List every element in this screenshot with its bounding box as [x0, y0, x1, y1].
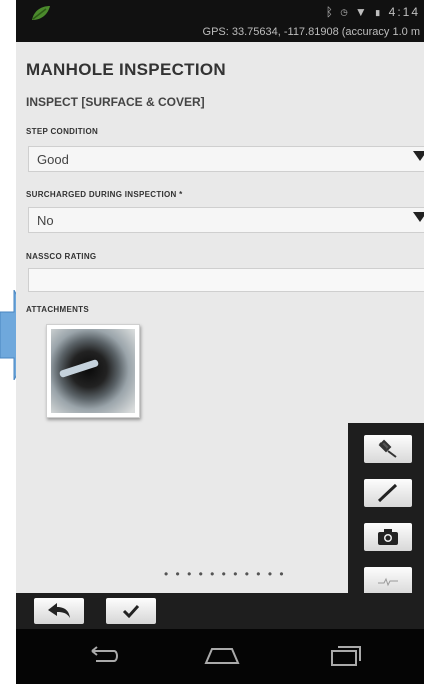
camera-icon [378, 529, 398, 545]
pencil-button[interactable] [364, 479, 412, 507]
surcharged-label: SURCHARGED DURING INSPECTION * [26, 190, 183, 199]
surcharged-value: No [37, 213, 54, 228]
android-nav-bar [16, 629, 424, 684]
page-indicator: • • • • • • • • • • • [164, 567, 286, 581]
status-time: 4:14 [388, 5, 420, 19]
alarm-icon: ◷ [340, 5, 350, 19]
bottom-action-bar [16, 593, 424, 629]
signature-button[interactable] [364, 567, 412, 595]
status-bar: ᛒ ◷ ▼ ▮ 4:14 GPS: 33.75634, -117.81908 (… [16, 0, 424, 42]
camera-button[interactable] [364, 523, 412, 551]
bluetooth-icon: ᛒ [325, 5, 335, 19]
nav-back-icon[interactable] [82, 645, 122, 667]
app-leaf-icon [32, 6, 50, 20]
nassco-rating-label: NASSCO RATING [26, 252, 97, 261]
satellite-button[interactable] [364, 435, 412, 463]
nassco-rating-input[interactable] [28, 268, 424, 292]
checkmark-icon [122, 604, 140, 619]
dropdown-arrow-icon [413, 151, 424, 161]
section-header: INSPECT [SURFACE & COVER] [26, 95, 205, 109]
pencil-icon [377, 483, 398, 503]
nav-recents-icon[interactable] [326, 645, 366, 667]
page-title: MANHOLE INSPECTION [26, 60, 226, 79]
step-condition-value: Good [37, 152, 69, 167]
back-arrow-icon [48, 603, 70, 618]
attachment-thumbnail[interactable] [46, 324, 140, 418]
satellite-icon [378, 439, 397, 458]
phone-screen: ᛒ ◷ ▼ ▮ 4:14 GPS: 33.75634, -117.81908 (… [16, 0, 424, 684]
wifi-icon: ▼ [354, 5, 369, 19]
surcharged-select[interactable]: No [28, 207, 424, 233]
signature-icon [378, 577, 398, 587]
attachments-label: ATTACHMENTS [26, 305, 89, 314]
step-condition-label: STEP CONDITION [26, 127, 99, 136]
status-icons: ᛒ ◷ ▼ ▮ 4:14 [326, 5, 420, 19]
nav-home-icon[interactable] [202, 645, 242, 667]
gps-readout: GPS: 33.75634, -117.81908 (accuracy 1.0 … [202, 26, 420, 38]
step-condition-select[interactable]: Good [28, 146, 424, 172]
confirm-button[interactable] [106, 598, 156, 624]
back-button[interactable] [34, 598, 84, 624]
dropdown-arrow-icon [413, 212, 424, 222]
battery-icon: ▮ [374, 5, 384, 19]
